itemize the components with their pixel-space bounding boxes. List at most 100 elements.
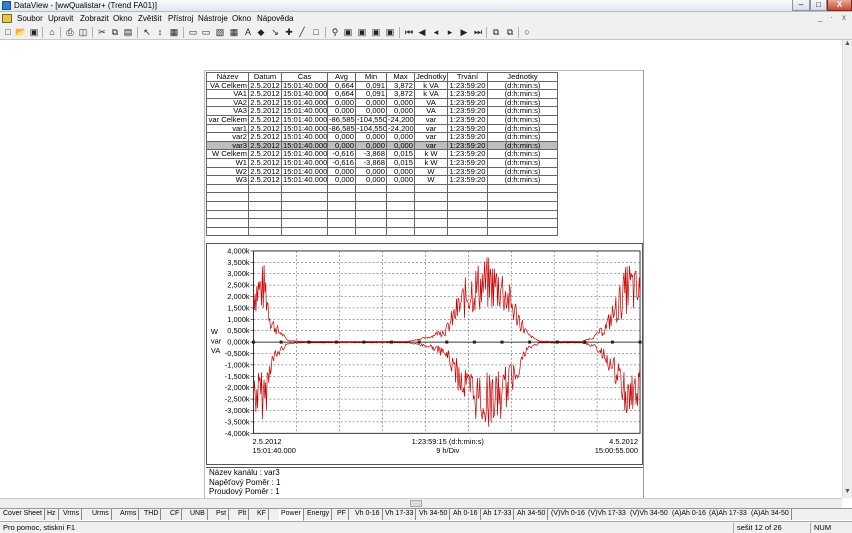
tab-vh-34-50[interactable]: Vh 34-50 xyxy=(417,509,451,520)
table-row[interactable]: VA1 2.5.2012 15:01:40.000 0,664 0,091 3,872 k … xyxy=(206,89,558,99)
tab--a-ah-17-33[interactable]: (A)Ah 17-33 xyxy=(707,509,750,520)
pointer-icon[interactable]: ↖ xyxy=(141,26,153,38)
menu-upravit[interactable]: Upravit xyxy=(48,14,73,23)
table-row[interactable]: VA3 2.5.2012 15:01:40.000 0,000 0,000 0,000 VA… xyxy=(206,106,558,116)
tab--v-vh-17-33[interactable]: (V)Vh 17-33 xyxy=(586,509,629,520)
close-button[interactable]: X xyxy=(827,0,852,11)
document-icon[interactable] xyxy=(2,14,12,23)
tab-arms[interactable]: Arms xyxy=(118,509,140,520)
tab-cover-sheet[interactable]: Cover Sheet xyxy=(1,509,45,520)
minimize-button[interactable]: – xyxy=(792,0,810,11)
tab-hz[interactable]: Hz xyxy=(45,509,59,520)
zoom-icon[interactable]: ⚲ xyxy=(329,26,341,38)
menu-napoveda[interactable]: Nápověda xyxy=(257,14,293,23)
table-row[interactable]: var Celkem 2.5.2012 15:01:40.000 -86,585 -10… xyxy=(206,114,558,125)
maximize-button[interactable]: □ xyxy=(810,0,827,11)
tab-unb[interactable]: UNB xyxy=(188,509,208,520)
col-header-date[interactable]: Datum xyxy=(248,72,282,82)
arrow-icon[interactable]: ↘ xyxy=(269,26,281,38)
record-icon[interactable]: ○ xyxy=(521,26,533,38)
col-header-units[interactable]: Jednotky xyxy=(414,72,448,82)
frame-icon[interactable]: ▭ xyxy=(187,26,199,38)
tab-pf[interactable]: PF xyxy=(335,509,349,520)
mdi-close-button[interactable]: x xyxy=(842,13,846,22)
marker-icon[interactable]: ✚ xyxy=(283,26,295,38)
prev-page-icon[interactable]: ◀ xyxy=(416,26,428,38)
menu-okno-2[interactable]: Okno xyxy=(232,14,251,23)
chart-icon[interactable]: ▦ xyxy=(168,26,180,38)
home-icon[interactable]: ⌂ xyxy=(46,26,58,38)
col-header-avg[interactable]: Avg xyxy=(327,72,356,82)
col-header-min[interactable]: Min xyxy=(355,72,387,82)
save-icon[interactable]: ▣ xyxy=(28,26,40,38)
print-icon[interactable]: ⎙ xyxy=(64,26,76,38)
paste-icon[interactable]: ▤ xyxy=(122,26,134,38)
text-icon[interactable]: A xyxy=(242,26,254,38)
table-row[interactable]: W Celkem 2.5.2012 15:01:40.000 -0,616 -3,868… xyxy=(206,149,558,159)
col-header-time[interactable]: Čas xyxy=(281,72,328,82)
open-icon[interactable]: 📂 xyxy=(15,26,27,38)
tab--v-vh-0-16[interactable]: (V)Vh 0-16 xyxy=(549,509,588,520)
menu-soubor[interactable]: Soubor xyxy=(17,14,43,23)
tab-urms[interactable]: Urms xyxy=(90,509,112,520)
col-header-name[interactable]: Název xyxy=(206,72,249,82)
scroll-up-icon[interactable]: ▲ xyxy=(844,40,851,47)
tab-vrms[interactable]: Vrms xyxy=(61,509,83,520)
window-2-icon[interactable]: ⧉ xyxy=(504,26,516,38)
col-header-max[interactable]: Max xyxy=(386,72,415,82)
scroll-thumb[interactable] xyxy=(410,500,422,507)
tab-pst[interactable]: Pst xyxy=(214,509,230,520)
table-row[interactable]: W3 2.5.2012 15:01:40.000 0,000 0,000 0,000 W 1:… xyxy=(206,175,558,185)
tab-ah-34-50[interactable]: Ah 34-50 xyxy=(515,509,549,520)
mdi-minimize-button[interactable]: _ xyxy=(818,13,822,22)
first-icon[interactable]: ⏮ xyxy=(403,26,415,38)
chart-add-icon[interactable]: ▧ xyxy=(214,26,226,38)
print-preview-icon[interactable]: ◫ xyxy=(77,26,89,38)
tab-kf[interactable]: KF xyxy=(255,509,269,520)
tab--a-ah-0-16[interactable]: (A)Ah 0-16 xyxy=(670,509,709,520)
col-header-duration[interactable]: Trvání xyxy=(447,72,488,82)
window-icon[interactable]: ⧉ xyxy=(490,26,502,38)
prev-icon[interactable]: ◂ xyxy=(430,26,442,38)
select-icon[interactable]: ↕ xyxy=(154,26,166,38)
line-icon[interactable]: ╱ xyxy=(296,26,308,38)
menu-zobrazit[interactable]: Zobrazit xyxy=(80,14,109,23)
label-icon[interactable]: ◆ xyxy=(255,26,267,38)
next-page-icon[interactable]: ▶ xyxy=(458,26,470,38)
table-row[interactable]: VA Celkem 2.5.2012 15:01:40.000 0,664 0,091 3… xyxy=(206,80,558,91)
table-row[interactable]: var2 2.5.2012 15:01:40.000 0,000 0,000 0,000 v… xyxy=(206,132,558,142)
mdi-restore-button[interactable]: · xyxy=(830,13,833,22)
tab-thd[interactable]: THD xyxy=(142,509,162,520)
tab-ah-0-16[interactable]: Ah 0-16 xyxy=(451,509,481,520)
table-row[interactable]: var1 2.5.2012 15:01:40.000 -86,585 -104,550-… xyxy=(206,123,558,134)
menu-okno[interactable]: Okno xyxy=(113,14,132,23)
table-row[interactable]: W2 2.5.2012 15:01:40.000 0,000 0,000 0,000 W 1:… xyxy=(206,166,558,177)
menu-nastroje[interactable]: Nástroje xyxy=(198,14,228,23)
table-row[interactable]: VA2 2.5.2012 15:01:40.000 0,000 0,000 0,000 VA… xyxy=(206,97,558,108)
new-icon[interactable]: □ xyxy=(2,26,14,38)
table-row[interactable]: var3 2.5.2012 15:01:40.000 0,000 0,000 0,000 v… xyxy=(206,140,558,151)
vertical-scrollbar[interactable]: ▲ ▼ xyxy=(842,40,852,498)
tab--a-ah-34-50[interactable]: (A)Ah 34-50 xyxy=(749,509,792,520)
rect-icon[interactable]: □ xyxy=(310,26,322,38)
tab-vh-0-16[interactable]: Vh 0-16 xyxy=(353,509,383,520)
table-row[interactable]: W1 2.5.2012 15:01:40.000 -0,616 -3,868 0,015 k… xyxy=(206,157,558,168)
tab-cf[interactable]: CF xyxy=(168,509,183,520)
menu-pristroj[interactable]: Přístroj xyxy=(168,14,193,23)
horizontal-scrollbar[interactable] xyxy=(0,498,842,508)
tab-energy[interactable]: Energy xyxy=(305,509,333,520)
tab-power[interactable]: Power xyxy=(279,509,304,521)
tab-plt[interactable]: Plt xyxy=(236,509,250,520)
menu-zvetsit[interactable]: Zvětšit xyxy=(138,14,162,23)
scroll-down-icon[interactable]: ▼ xyxy=(844,488,851,495)
tab--v-vh-34-50[interactable]: (V)Vh 34-50 xyxy=(628,509,671,520)
trend-chart[interactable]: 4,000k 3,500k 3,000k 2,500k 2,000k 1,500k 1,00… xyxy=(206,243,643,465)
tab-vh-17-33[interactable]: Vh 17-33 xyxy=(383,509,417,520)
last-icon[interactable]: ⏭ xyxy=(472,26,484,38)
col-header-duration-units[interactable]: Jednotky xyxy=(487,72,558,82)
copy-icon[interactable]: ⧉ xyxy=(109,26,121,38)
table-icon[interactable]: ▦ xyxy=(228,26,240,38)
tab-ah-17-33[interactable]: Ah 17-33 xyxy=(481,509,515,520)
next-icon[interactable]: ▸ xyxy=(444,26,456,38)
frame-red-icon[interactable]: ▭ xyxy=(200,26,212,38)
